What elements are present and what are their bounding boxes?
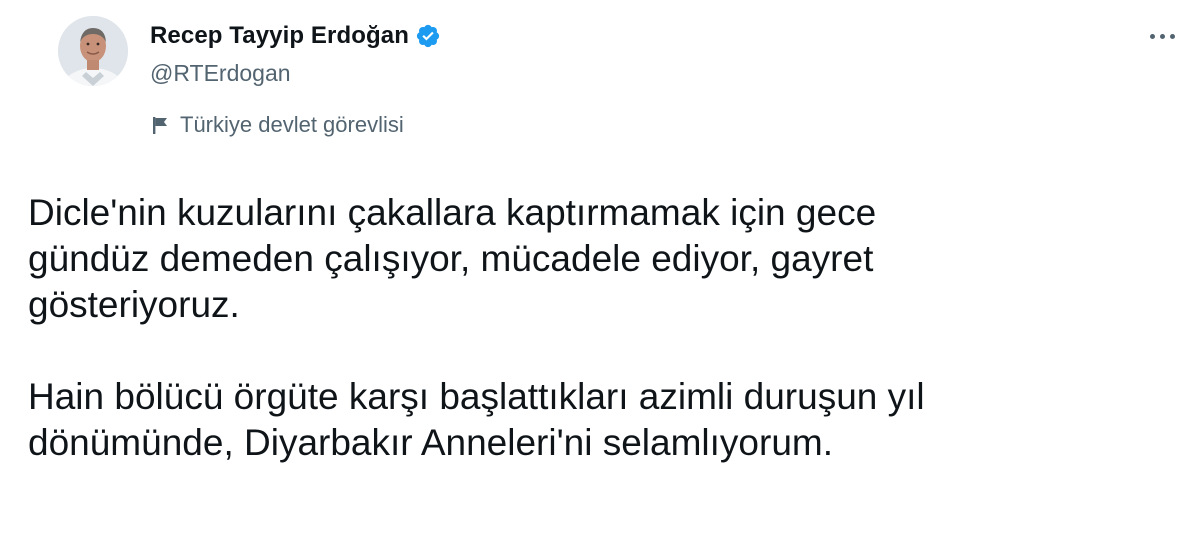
- more-dot: [1149, 33, 1155, 39]
- flag-icon: [150, 114, 172, 136]
- tweet-line: Dicle'nin kuzularını çakallara kaptırmam…: [28, 192, 877, 233]
- tweet-text: Dicle'nin kuzularını çakallara kaptırmam…: [28, 190, 1178, 466]
- user-handle[interactable]: @RTErdogan: [150, 56, 441, 90]
- tweet-paragraph: Dicle'nin kuzularını çakallara kaptırmam…: [28, 190, 1178, 328]
- tweet-line: gösteriyoruz.: [28, 284, 240, 325]
- verified-badge-icon: [415, 23, 441, 49]
- account-label: Türkiye devlet görevlisi: [150, 108, 404, 142]
- more-options-icon[interactable]: [1140, 18, 1184, 54]
- name-row: Recep Tayyip Erdoğan: [150, 18, 441, 54]
- avatar-image: [58, 16, 128, 86]
- more-dot: [1169, 33, 1175, 39]
- tweet-paragraph: Hain bölücü örgüte karşı başlattıkları a…: [28, 374, 1178, 466]
- display-name[interactable]: Recep Tayyip Erdoğan: [150, 22, 409, 50]
- tweet-card: Recep Tayyip Erdoğan @RTErdogan Türkiye …: [0, 0, 1200, 536]
- account-label-text: Türkiye devlet görevlisi: [180, 112, 404, 137]
- tweet-line: Hain bölücü örgüte karşı başlattıkları a…: [28, 376, 925, 417]
- more-dot: [1159, 33, 1165, 39]
- tweet-line: dönümünde, Diyarbakır Anneleri'ni selaml…: [28, 422, 834, 463]
- avatar[interactable]: [58, 16, 128, 86]
- tweet-header: Recep Tayyip Erdoğan @RTErdogan: [150, 18, 441, 90]
- tweet-line: gündüz demeden çalışıyor, mücadele ediyo…: [28, 238, 874, 279]
